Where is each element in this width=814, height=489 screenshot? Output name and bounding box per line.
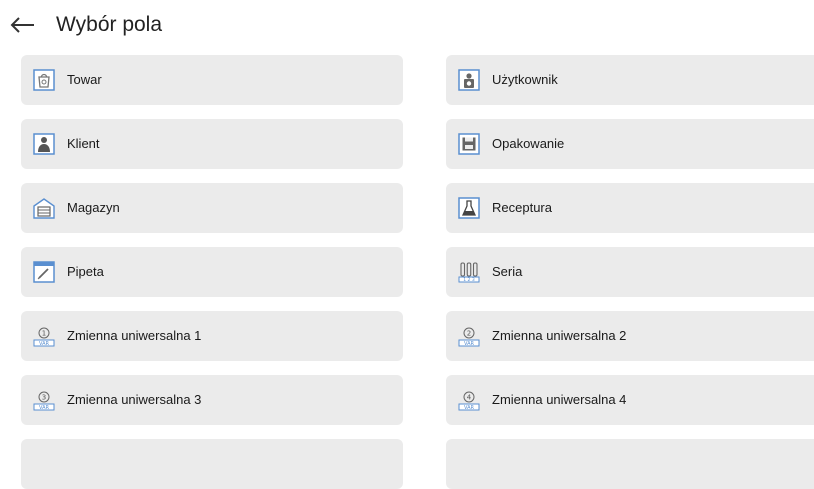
- tile-warehouse[interactable]: Magazyn: [21, 183, 403, 233]
- svg-text:2: 2: [467, 330, 471, 338]
- tile-partial-left[interactable]: [21, 439, 403, 489]
- tile-variable-4[interactable]: 4 VAR Zmienna uniwersalna 4: [446, 375, 814, 425]
- svg-text:VAR: VAR: [464, 405, 475, 411]
- warehouse-icon: [33, 198, 55, 219]
- variable-4-icon: 4 VAR: [458, 391, 480, 411]
- back-arrow-icon[interactable]: [8, 12, 38, 38]
- client-person-icon: [33, 133, 55, 155]
- tile-partial-right[interactable]: [446, 439, 814, 489]
- user-weight-icon: [458, 69, 480, 91]
- svg-text:VAR: VAR: [39, 341, 50, 347]
- svg-text:3: 3: [42, 394, 46, 402]
- tile-variable-1[interactable]: 1 VAR Zmienna uniwersalna 1: [21, 311, 403, 361]
- pipette-icon: [33, 261, 55, 283]
- tile-label: Zmienna uniwersalna 1: [67, 328, 202, 343]
- variable-1-icon: 1 VAR: [33, 327, 55, 347]
- tile-label: Użytkownik: [492, 72, 558, 87]
- tile-label: Opakowanie: [492, 136, 565, 151]
- svg-text:VAR: VAR: [39, 405, 50, 411]
- page-title: Wybór pola: [56, 13, 163, 36]
- svg-text:4: 4: [467, 394, 472, 402]
- tile-user[interactable]: Użytkownik: [446, 55, 814, 105]
- tile-product[interactable]: Towar: [21, 55, 403, 105]
- tile-label: Seria: [492, 264, 523, 279]
- svg-text:1: 1: [42, 330, 46, 338]
- tile-label: Zmienna uniwersalna 4: [492, 392, 627, 407]
- variable-2-icon: 2 VAR: [458, 327, 480, 347]
- tile-recipe[interactable]: Receptura: [446, 183, 814, 233]
- recipe-flask-icon: [458, 197, 480, 219]
- tile-label: Towar: [67, 72, 102, 87]
- tile-packaging[interactable]: Opakowanie: [446, 119, 814, 169]
- tile-label: Magazyn: [67, 200, 120, 215]
- tile-variable-3[interactable]: 3 VAR Zmienna uniwersalna 3: [21, 375, 403, 425]
- tile-label: Klient: [67, 136, 100, 151]
- packaging-box-icon: [458, 133, 480, 155]
- header: Wybór pola: [0, 0, 814, 50]
- tile-label: Zmienna uniwersalna 3: [67, 392, 202, 407]
- svg-text:1 2 3: 1 2 3: [463, 277, 475, 283]
- series-tubes-icon: 1 2 3: [458, 262, 480, 283]
- tile-pipette[interactable]: Pipeta: [21, 247, 403, 297]
- tile-series[interactable]: 1 2 3 Seria: [446, 247, 814, 297]
- svg-text:VAR: VAR: [464, 341, 475, 347]
- tile-label: Receptura: [492, 200, 552, 215]
- tile-label: Pipeta: [67, 264, 104, 279]
- tile-client[interactable]: Klient: [21, 119, 403, 169]
- product-bag-icon: [33, 69, 55, 91]
- tile-label: Zmienna uniwersalna 2: [492, 328, 627, 343]
- tile-variable-2[interactable]: 2 VAR Zmienna uniwersalna 2: [446, 311, 814, 361]
- variable-3-icon: 3 VAR: [33, 391, 55, 411]
